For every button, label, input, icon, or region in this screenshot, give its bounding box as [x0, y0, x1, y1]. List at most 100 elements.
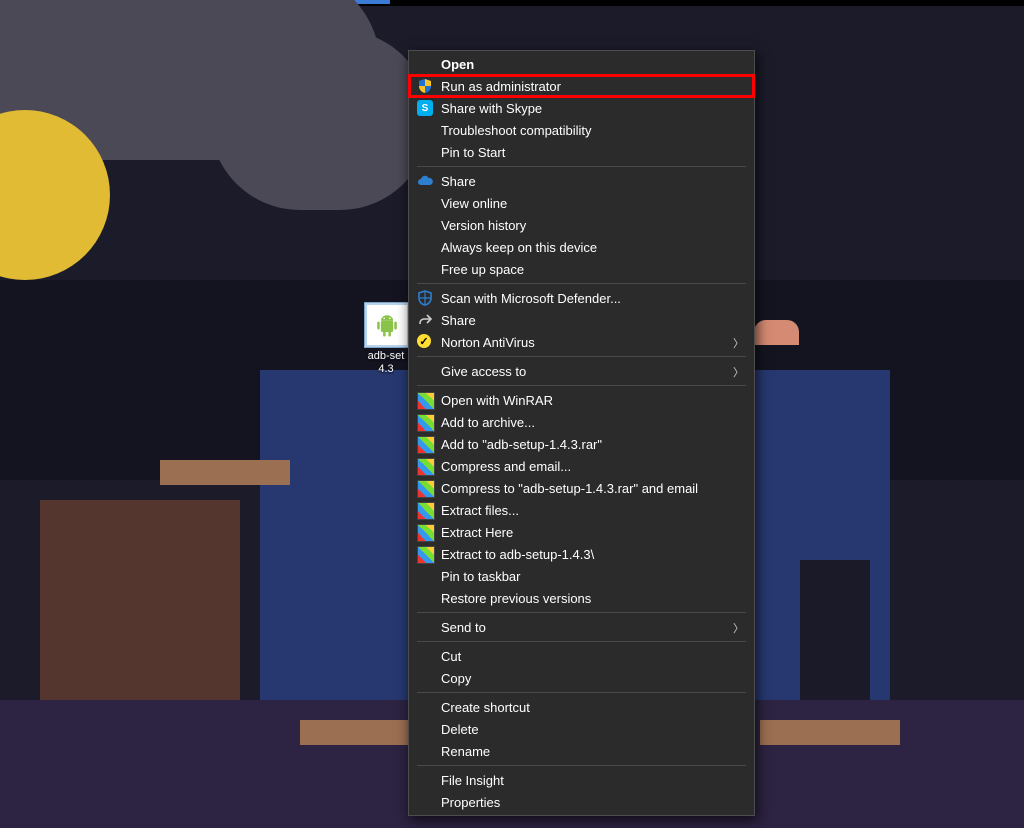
- menu-item-label: Share with Skype: [441, 101, 542, 116]
- menu-item-label: Run as administrator: [441, 79, 561, 94]
- wallpaper-cloud: [210, 30, 430, 210]
- menu-item-rename[interactable]: Rename: [409, 740, 754, 762]
- uac-shield-icon: [417, 78, 433, 94]
- menu-item-pin-to-taskbar[interactable]: Pin to taskbar: [409, 565, 754, 587]
- menu-item-label: Always keep on this device: [441, 240, 597, 255]
- menu-item-label: Norton AntiVirus: [441, 335, 535, 350]
- menu-item-add-to-named-rar[interactable]: Add to "adb-setup-1.4.3.rar": [409, 433, 754, 455]
- menu-item-label: Restore previous versions: [441, 591, 591, 606]
- menu-item-label: Pin to Start: [441, 145, 505, 160]
- menu-item-label: Pin to taskbar: [441, 569, 521, 584]
- menu-item-open[interactable]: Open: [409, 53, 754, 75]
- menu-item-properties[interactable]: Properties: [409, 791, 754, 813]
- desktop-file-adb-setup[interactable]: adb-set 4.3: [364, 302, 408, 375]
- menu-item-norton-antivirus[interactable]: ✓ Norton AntiVirus 〉: [409, 331, 754, 353]
- menu-item-view-online[interactable]: View online: [409, 192, 754, 214]
- menu-item-extract-to-folder[interactable]: Extract to adb-setup-1.4.3\: [409, 543, 754, 565]
- menu-item-add-to-archive[interactable]: Add to archive...: [409, 411, 754, 433]
- menu-separator: [417, 385, 746, 386]
- menu-item-always-keep-on-device[interactable]: Always keep on this device: [409, 236, 754, 258]
- wallpaper-shape: [760, 720, 900, 745]
- menu-item-label: File Insight: [441, 773, 504, 788]
- menu-item-label: Extract files...: [441, 503, 519, 518]
- winrar-icon: [417, 458, 435, 476]
- menu-item-label: Add to archive...: [441, 415, 535, 430]
- menu-item-file-insight[interactable]: File Insight: [409, 769, 754, 791]
- menu-item-label: Open with WinRAR: [441, 393, 553, 408]
- winrar-icon: [417, 392, 435, 410]
- menu-item-label: Troubleshoot compatibility: [441, 123, 592, 138]
- menu-item-share-skype[interactable]: S Share with Skype: [409, 97, 754, 119]
- menu-item-label: Extract to adb-setup-1.4.3\: [441, 547, 594, 562]
- menu-item-free-up-space[interactable]: Free up space: [409, 258, 754, 280]
- menu-separator: [417, 283, 746, 284]
- menu-item-compress-to-and-email[interactable]: Compress to "adb-setup-1.4.3.rar" and em…: [409, 477, 754, 499]
- menu-item-open-with-winrar[interactable]: Open with WinRAR: [409, 389, 754, 411]
- defender-shield-icon: [417, 290, 433, 306]
- menu-separator: [417, 765, 746, 766]
- menu-separator: [417, 612, 746, 613]
- menu-item-create-shortcut[interactable]: Create shortcut: [409, 696, 754, 718]
- menu-item-extract-files[interactable]: Extract files...: [409, 499, 754, 521]
- menu-item-label: Delete: [441, 722, 479, 737]
- menu-item-label: Free up space: [441, 262, 524, 277]
- menu-item-label: Version history: [441, 218, 526, 233]
- menu-item-send-to[interactable]: Send to 〉: [409, 616, 754, 638]
- menu-item-label: Properties: [441, 795, 500, 810]
- menu-item-copy[interactable]: Copy: [409, 667, 754, 689]
- menu-item-label: Share: [441, 313, 476, 328]
- menu-separator: [417, 692, 746, 693]
- menu-item-version-history[interactable]: Version history: [409, 214, 754, 236]
- desktop-icon-label: adb-set 4.3: [364, 350, 408, 375]
- menu-item-label: Compress and email...: [441, 459, 571, 474]
- submenu-arrow-icon: 〉: [733, 335, 744, 351]
- cloud-icon: [417, 173, 433, 189]
- wallpaper-shape: [160, 460, 290, 485]
- menu-item-label: Compress to "adb-setup-1.4.3.rar" and em…: [441, 481, 698, 496]
- menu-item-label: Extract Here: [441, 525, 513, 540]
- winrar-icon: [417, 502, 435, 520]
- menu-item-share[interactable]: Share: [409, 309, 754, 331]
- submenu-arrow-icon: 〉: [733, 364, 744, 380]
- menu-item-onedrive-share[interactable]: Share: [409, 170, 754, 192]
- menu-item-label: Share: [441, 174, 476, 189]
- wallpaper-shape: [754, 320, 799, 345]
- menu-item-label: Send to: [441, 620, 486, 635]
- menu-item-scan-defender[interactable]: Scan with Microsoft Defender...: [409, 287, 754, 309]
- menu-item-compress-and-email[interactable]: Compress and email...: [409, 455, 754, 477]
- menu-item-label: Copy: [441, 671, 471, 686]
- menu-item-delete[interactable]: Delete: [409, 718, 754, 740]
- menu-item-label: Add to "adb-setup-1.4.3.rar": [441, 437, 602, 452]
- submenu-arrow-icon: 〉: [733, 620, 744, 636]
- menu-separator: [417, 641, 746, 642]
- menu-item-restore-previous-versions[interactable]: Restore previous versions: [409, 587, 754, 609]
- android-icon: [373, 311, 401, 339]
- norton-icon: ✓: [417, 334, 431, 348]
- skype-icon: S: [417, 100, 433, 116]
- menu-item-label: Open: [441, 57, 474, 72]
- menu-item-run-as-administrator[interactable]: Run as administrator: [409, 75, 754, 97]
- menu-item-troubleshoot-compatibility[interactable]: Troubleshoot compatibility: [409, 119, 754, 141]
- menu-item-cut[interactable]: Cut: [409, 645, 754, 667]
- menu-item-pin-to-start[interactable]: Pin to Start: [409, 141, 754, 163]
- menu-item-label: Create shortcut: [441, 700, 530, 715]
- context-menu: Open Run as administrator S Share with S…: [408, 50, 755, 816]
- winrar-icon: [417, 524, 435, 542]
- file-icon-tile: [364, 302, 410, 348]
- menu-separator: [417, 356, 746, 357]
- menu-item-give-access-to[interactable]: Give access to 〉: [409, 360, 754, 382]
- menu-item-label: Rename: [441, 744, 490, 759]
- wallpaper-shape: [40, 500, 240, 700]
- winrar-icon: [417, 436, 435, 454]
- menu-item-label: Give access to: [441, 364, 526, 379]
- wallpaper-shape: [300, 720, 420, 745]
- menu-separator: [417, 166, 746, 167]
- winrar-icon: [417, 480, 435, 498]
- winrar-icon: [417, 414, 435, 432]
- winrar-icon: [417, 546, 435, 564]
- menu-item-label: Cut: [441, 649, 461, 664]
- menu-item-label: Scan with Microsoft Defender...: [441, 291, 621, 306]
- share-icon: [417, 312, 433, 328]
- menu-item-extract-here[interactable]: Extract Here: [409, 521, 754, 543]
- menu-item-label: View online: [441, 196, 507, 211]
